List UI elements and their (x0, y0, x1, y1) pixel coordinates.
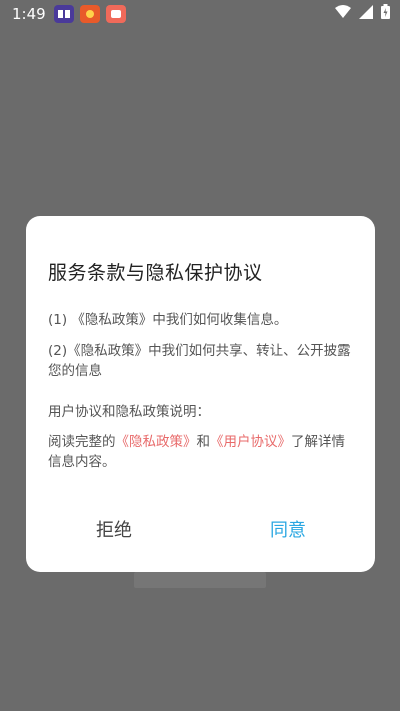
refuse-button[interactable]: 拒绝 (96, 516, 132, 542)
user-agreement-link[interactable]: 《用户协议》 (210, 434, 291, 450)
and-text: 和 (196, 434, 211, 450)
status-icons (335, 4, 390, 23)
app-notification-icon-3 (105, 5, 126, 23)
signal-icon (359, 4, 373, 23)
background-placeholder (134, 572, 266, 588)
read-prefix: 阅读完整的 (48, 434, 116, 450)
status-bar: 1:49 (0, 0, 400, 28)
battery-icon (381, 4, 390, 23)
app-notification-icon-2 (79, 5, 100, 23)
agree-button[interactable]: 同意 (270, 516, 306, 542)
privacy-dialog: 服务条款与隐私保护协议 (1) 《隐私政策》中我们如何收集信息。 (2)《隐私政… (26, 216, 375, 572)
explain-heading: 用户协议和隐私政策说明： (48, 404, 210, 420)
privacy-item-2: (2)《隐私政策》中我们如何共享、转让、公开披露您的信息 (48, 343, 351, 379)
read-paragraph: 阅读完整的《隐私政策》和《用户协议》了解详情信息内容。 (48, 432, 358, 472)
privacy-policy-link[interactable]: 《隐私政策》 (116, 434, 197, 450)
wifi-icon (335, 4, 351, 23)
privacy-item-1: (1) 《隐私政策》中我们如何收集信息。 (48, 312, 288, 328)
dialog-title: 服务条款与隐私保护协议 (48, 262, 263, 284)
app-notification-icon-1 (53, 5, 74, 23)
status-time: 1:49 (12, 5, 46, 23)
